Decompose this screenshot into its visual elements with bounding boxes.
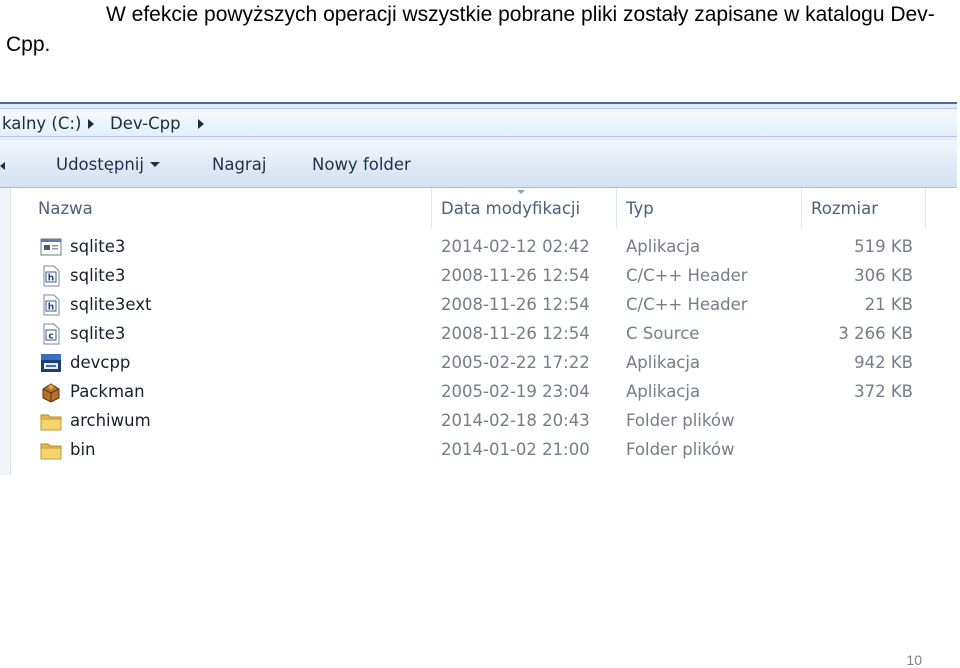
- file-name: devcpp: [70, 353, 131, 372]
- file-list: Nazwa Data modyfikacji Typ Rozmiar sqlit…: [0, 188, 957, 475]
- file-name: archiwum: [70, 411, 151, 430]
- column-header-name[interactable]: Nazwa: [38, 188, 93, 228]
- file-type: Folder plików: [626, 411, 735, 430]
- file-date: 2014-01-02 21:00: [441, 440, 590, 459]
- file-name: sqlite3ext: [70, 295, 152, 314]
- breadcrumb-arrow-icon[interactable]: [198, 119, 204, 129]
- file-date: 2008-11-26 12:54: [441, 324, 590, 343]
- file-type: Aplikacja: [626, 353, 701, 372]
- breadcrumb-folder[interactable]: Dev-Cpp: [110, 114, 181, 133]
- c-source-file-icon: c: [40, 323, 62, 345]
- file-name: Packman: [70, 382, 145, 401]
- file-size: 372 KB: [854, 382, 913, 401]
- breadcrumb-drive[interactable]: kalny (C:): [2, 114, 81, 133]
- header-file-icon: h: [40, 294, 62, 316]
- file-name: sqlite3: [70, 237, 126, 256]
- svg-text:c: c: [48, 332, 53, 342]
- application-icon: [40, 236, 62, 258]
- file-type: C/C++ Header: [626, 266, 748, 285]
- column-divider[interactable]: [801, 188, 802, 228]
- share-button[interactable]: Udostępnij: [56, 155, 160, 174]
- file-row[interactable]: bin 2014-01-02 21:00 Folder plików: [0, 436, 957, 465]
- file-date: 2005-02-19 23:04: [441, 382, 590, 401]
- new-folder-button[interactable]: Nowy folder: [312, 155, 411, 174]
- column-header-size[interactable]: Rozmiar: [811, 188, 878, 228]
- burn-button[interactable]: Nagraj: [212, 155, 266, 174]
- header-file-icon: h: [40, 265, 62, 287]
- file-type: Aplikacja: [626, 382, 701, 401]
- file-size: 306 KB: [854, 266, 913, 285]
- svg-text:h: h: [48, 303, 54, 313]
- file-date: 2005-02-22 17:22: [441, 353, 590, 372]
- file-size: 21 KB: [864, 295, 913, 314]
- file-type: C/C++ Header: [626, 295, 748, 314]
- folder-icon: [40, 410, 62, 432]
- file-date: 2008-11-26 12:54: [441, 266, 590, 285]
- devcpp-icon: [40, 352, 62, 374]
- file-row[interactable]: devcpp 2005-02-22 17:22 Aplikacja 942 KB: [0, 349, 957, 378]
- file-size: 942 KB: [854, 353, 913, 372]
- file-row[interactable]: h sqlite3ext 2008-11-26 12:54 C/C++ Header 2…: [0, 291, 957, 320]
- column-divider[interactable]: [616, 188, 617, 228]
- file-row[interactable]: sqlite3 2014-02-12 02:42 Aplikacja 519 KB: [0, 233, 957, 262]
- file-row[interactable]: Packman 2005-02-19 23:04 Aplikacja 372 KB: [0, 378, 957, 407]
- chevron-down-icon: [149, 162, 160, 167]
- file-date: 2008-11-26 12:54: [441, 295, 590, 314]
- file-name: sqlite3: [70, 266, 126, 285]
- explorer-window: kalny (C:) Dev-Cpp Udostępnij Nagraj Now…: [0, 102, 957, 475]
- breadcrumb-arrow-icon[interactable]: [88, 119, 94, 129]
- file-type: Folder plików: [626, 440, 735, 459]
- packman-icon: [40, 381, 62, 403]
- file-row[interactable]: c sqlite3 2008-11-26 12:54 C Source 3 266 KB: [0, 320, 957, 349]
- file-name: sqlite3: [70, 324, 126, 343]
- file-row[interactable]: h sqlite3 2008-11-26 12:54 C/C++ Header 306 …: [0, 262, 957, 291]
- file-type: Aplikacja: [626, 237, 701, 256]
- command-bar: Udostępnij Nagraj Nowy folder: [0, 140, 957, 188]
- caption: W efekcie powyższych operacji wszystkie …: [6, 3, 935, 56]
- file-row[interactable]: archiwum 2014-02-18 20:43 Folder plików: [0, 407, 957, 436]
- folder-icon: [40, 439, 62, 461]
- address-bar[interactable]: kalny (C:) Dev-Cpp: [0, 102, 957, 140]
- svg-text:h: h: [48, 274, 54, 284]
- column-header-date[interactable]: Data modyfikacji: [441, 188, 580, 228]
- file-date: 2014-02-12 02:42: [441, 237, 590, 256]
- page-number: 10: [906, 652, 922, 668]
- column-divider[interactable]: [925, 188, 926, 228]
- file-type: C Source: [626, 324, 700, 343]
- file-name: bin: [70, 440, 96, 459]
- chevron-left-icon[interactable]: [0, 162, 5, 170]
- share-label: Udostępnij: [56, 155, 144, 174]
- column-divider[interactable]: [431, 188, 432, 228]
- file-size: 519 KB: [854, 237, 913, 256]
- file-size: 3 266 KB: [838, 324, 913, 343]
- column-header-type[interactable]: Typ: [626, 188, 654, 228]
- file-date: 2014-02-18 20:43: [441, 411, 590, 430]
